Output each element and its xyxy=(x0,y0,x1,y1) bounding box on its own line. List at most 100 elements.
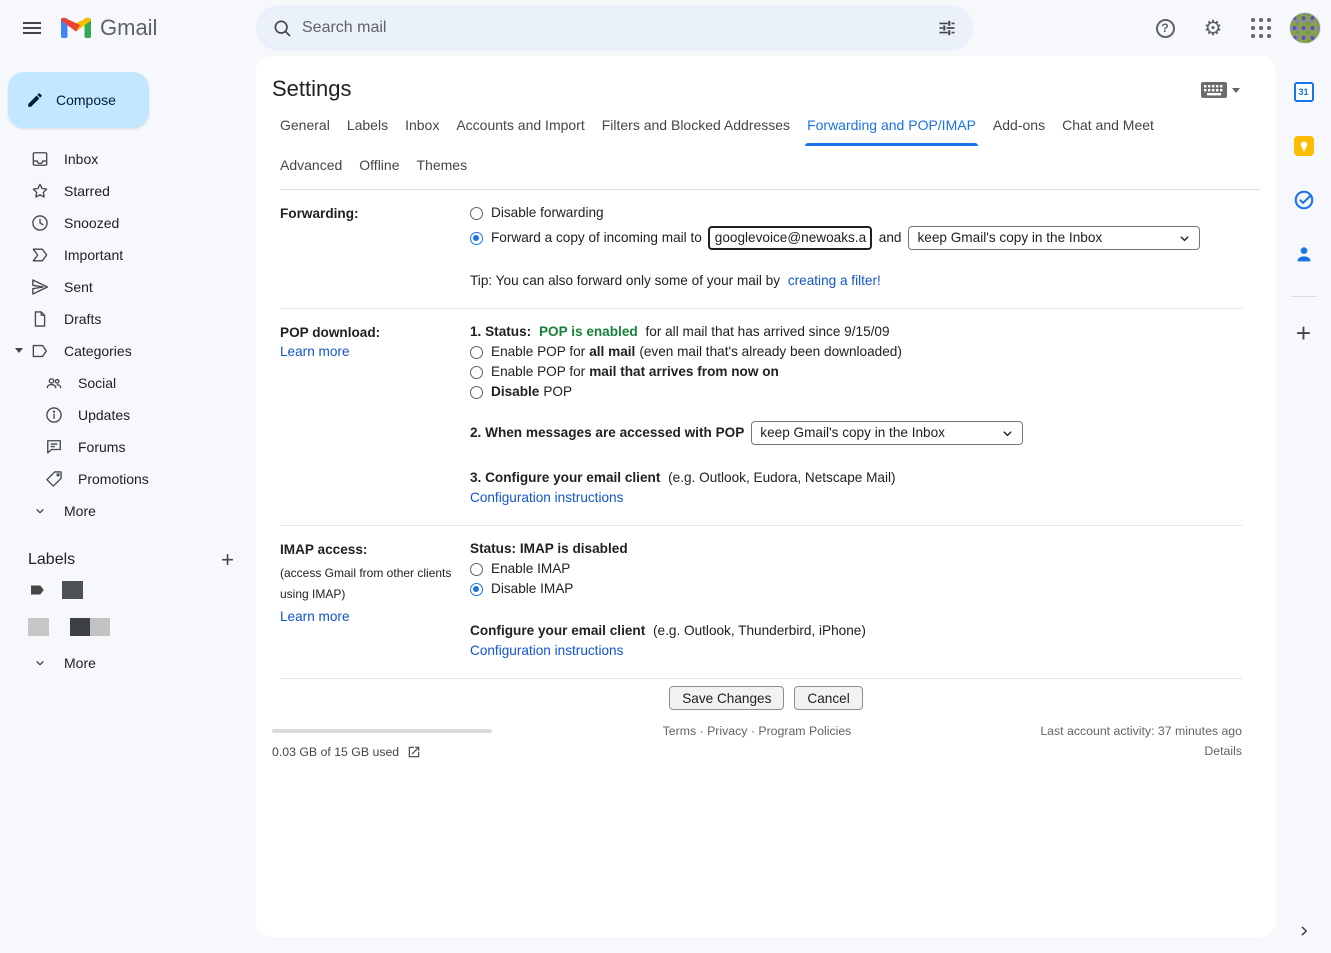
footer-separator: · xyxy=(700,724,704,738)
gmail-logo[interactable]: Gmail xyxy=(60,15,157,41)
forward-action-select[interactable]: keep Gmail's copy in the Inbox xyxy=(908,226,1200,250)
compose-pencil-icon xyxy=(26,91,44,109)
pop-enable-all-option[interactable]: Enable POP for all mail (even mail that'… xyxy=(470,342,1242,362)
sidebar-item-more[interactable]: More xyxy=(0,495,256,527)
imap-disable-option[interactable]: Disable IMAP xyxy=(470,579,1242,599)
tab-general[interactable]: General xyxy=(280,116,330,135)
tab-accounts-and-import[interactable]: Accounts and Import xyxy=(456,116,584,135)
label-row[interactable] xyxy=(0,571,256,608)
tab-add-ons[interactable]: Add-ons xyxy=(993,116,1045,135)
imap-disable-radio[interactable] xyxy=(470,583,483,596)
create-label-icon[interactable]: + xyxy=(221,549,234,571)
google-apps-icon[interactable] xyxy=(1241,8,1281,48)
categories-tag-icon xyxy=(30,341,50,361)
keep-icon[interactable] xyxy=(1284,126,1324,166)
label-row[interactable] xyxy=(0,608,256,645)
creating-a-filter-link[interactable]: creating a filter! xyxy=(788,273,881,288)
forward-copy-option[interactable]: Forward a copy of incoming mail to googl… xyxy=(470,225,1242,251)
account-avatar[interactable] xyxy=(1289,12,1321,44)
select-chevron-icon xyxy=(1001,427,1014,440)
pop-enable-now-radio[interactable] xyxy=(470,366,483,379)
top-bar: Gmail ? ⚙ xyxy=(0,0,1331,56)
people-icon xyxy=(44,373,64,393)
gmail-wordmark: Gmail xyxy=(100,15,157,41)
tab-forwarding-and-pop-imap[interactable]: Forwarding and POP/IMAP xyxy=(807,116,976,135)
search-bar[interactable] xyxy=(256,5,973,51)
pop-when-select[interactable]: keep Gmail's copy in the Inbox xyxy=(751,421,1023,445)
compose-button[interactable]: Compose xyxy=(8,72,149,128)
pop-when-value: keep Gmail's copy in the Inbox xyxy=(760,423,945,443)
pop-disable-radio[interactable] xyxy=(470,386,483,399)
pop-enable-now-option[interactable]: Enable POP for mail that arrives from no… xyxy=(470,362,1242,382)
sidebar-item-social[interactable]: Social xyxy=(0,367,256,399)
offer-tag-icon xyxy=(44,469,64,489)
disable-forwarding-radio[interactable] xyxy=(470,207,483,220)
pop-learn-more-link[interactable]: Learn more xyxy=(280,344,350,359)
settings-card: Settings General Labels Inbox Accounts a… xyxy=(256,56,1276,937)
tab-offline[interactable]: Offline xyxy=(359,156,399,175)
tab-chat-and-meet[interactable]: Chat and Meet xyxy=(1062,116,1154,135)
pop-disable-option[interactable]: Disable POP xyxy=(470,382,1242,402)
details-link[interactable]: Details xyxy=(1204,744,1242,758)
labels-more[interactable]: More xyxy=(0,647,256,679)
search-icon[interactable] xyxy=(262,8,302,48)
pop-configuration-instructions-link[interactable]: Configuration instructions xyxy=(470,490,623,505)
contacts-icon[interactable] xyxy=(1284,234,1324,274)
sidebar-item-snoozed[interactable]: Snoozed xyxy=(0,207,256,239)
imap-configuration-instructions-link[interactable]: Configuration instructions xyxy=(470,643,623,658)
imap-learn-more-link[interactable]: Learn more xyxy=(280,609,350,624)
collapse-arrow-icon[interactable] xyxy=(15,348,23,353)
sidebar-item-starred[interactable]: Starred xyxy=(0,175,256,207)
forward-address-select[interactable]: googlevoice@newoaks.a xyxy=(708,226,872,250)
imap-status: Status: IMAP is disabled xyxy=(470,539,628,559)
terms-link[interactable]: Terms xyxy=(663,724,696,738)
sidebar-item-label: More xyxy=(64,503,96,519)
select-chevron-icon xyxy=(1178,232,1191,245)
imap-section-label: IMAP access: xyxy=(280,542,470,557)
tab-inbox[interactable]: Inbox xyxy=(405,116,439,135)
imap-enable-option[interactable]: Enable IMAP xyxy=(470,559,1242,579)
tab-labels[interactable]: Labels xyxy=(347,116,388,135)
forward-copy-radio[interactable] xyxy=(470,232,483,245)
sidebar-item-promotions[interactable]: Promotions xyxy=(0,463,256,495)
sidebar-item-important[interactable]: Important xyxy=(0,239,256,271)
configure-rest: (e.g. Outlook, Eudora, Netscape Mail) xyxy=(668,470,895,485)
open-in-new-icon[interactable] xyxy=(407,745,421,759)
tab-filters-and-blocked-addresses[interactable]: Filters and Blocked Addresses xyxy=(602,116,790,135)
pop-enable-all-radio[interactable] xyxy=(470,346,483,359)
privacy-link[interactable]: Privacy xyxy=(707,724,747,738)
imap-enable-radio[interactable] xyxy=(470,563,483,576)
search-options-icon[interactable] xyxy=(927,8,967,48)
sidebar-item-drafts[interactable]: Drafts xyxy=(0,303,256,335)
card-footer: 0.03 GB of 15 GB used Terms · Privacy · … xyxy=(272,724,1242,788)
sidebar-item-sent[interactable]: Sent xyxy=(0,271,256,303)
sidebar-item-label: Forums xyxy=(78,439,125,455)
input-tools-toggle[interactable] xyxy=(1201,82,1240,98)
sidebar-item-categories[interactable]: Categories xyxy=(0,335,256,367)
settings-gear-icon[interactable]: ⚙ xyxy=(1193,8,1233,48)
help-icon[interactable]: ? xyxy=(1145,8,1185,48)
sidebar-item-inbox[interactable]: Inbox xyxy=(0,143,256,175)
get-addons-icon[interactable]: + xyxy=(1284,313,1324,353)
save-changes-button[interactable]: Save Changes xyxy=(669,686,784,710)
tabs-row-1: General Labels Inbox Accounts and Import… xyxy=(280,116,1260,135)
labels-more-label: More xyxy=(64,655,96,671)
disable-forwarding-option[interactable]: Disable forwarding xyxy=(470,203,1242,223)
hide-side-panel-icon[interactable] xyxy=(1276,923,1331,939)
pop-when-row: 2. When messages are accessed with POP k… xyxy=(470,420,1242,446)
main-menu-icon[interactable] xyxy=(12,8,52,48)
side-panel: 31 + xyxy=(1276,56,1331,953)
tab-themes[interactable]: Themes xyxy=(417,156,468,175)
redacted-label-name xyxy=(62,581,83,599)
keyboard-icon xyxy=(1201,82,1227,98)
cancel-button[interactable]: Cancel xyxy=(794,686,862,710)
program-policies-link[interactable]: Program Policies xyxy=(758,724,851,738)
calendar-icon[interactable]: 31 xyxy=(1284,72,1324,112)
search-input[interactable] xyxy=(302,19,927,37)
side-panel-divider xyxy=(1291,296,1317,297)
sidebar-item-updates[interactable]: Updates xyxy=(0,399,256,431)
tasks-icon[interactable] xyxy=(1284,180,1324,220)
sidebar-item-forums[interactable]: Forums xyxy=(0,431,256,463)
tab-advanced[interactable]: Advanced xyxy=(280,156,342,175)
important-marker-icon xyxy=(30,245,50,265)
